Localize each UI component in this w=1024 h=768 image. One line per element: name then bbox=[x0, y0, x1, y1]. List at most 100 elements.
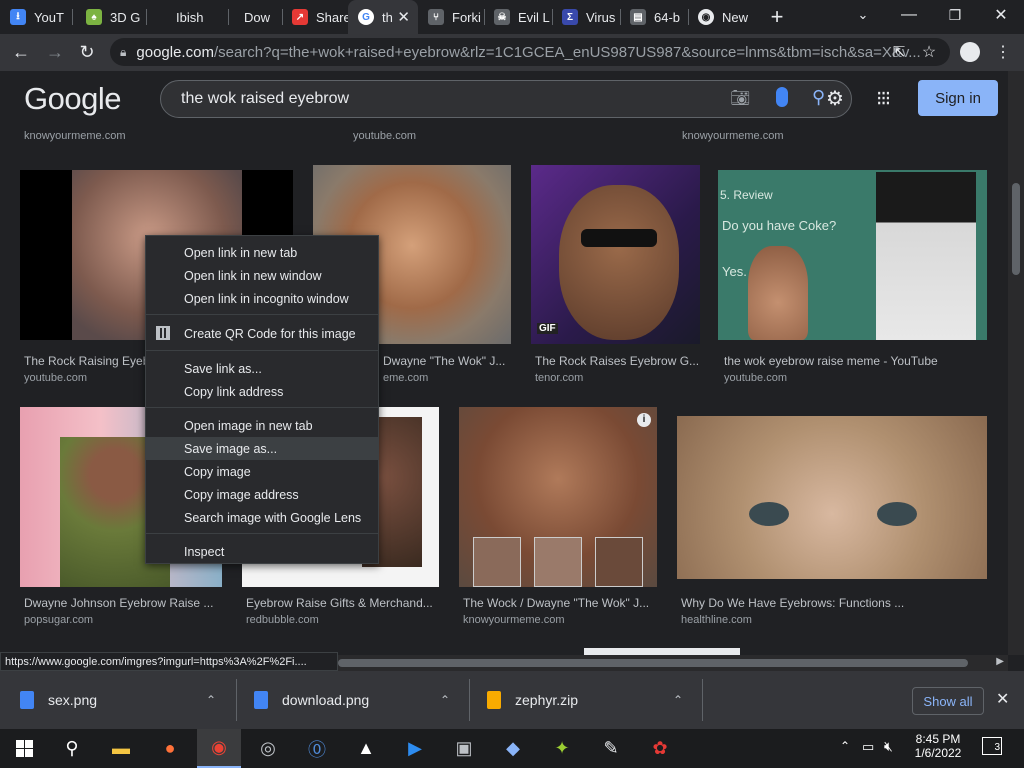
result-title[interactable]: The Rock Raises Eyebrow G... bbox=[535, 354, 700, 368]
result-source[interactable]: knowyourmeme.com bbox=[463, 614, 564, 626]
sign-in-button[interactable]: Sign in bbox=[918, 80, 998, 116]
network-icon[interactable]: ▭ bbox=[862, 739, 874, 755]
menu-open-link-new-tab[interactable]: Open link in new tab bbox=[146, 241, 378, 264]
terminal-icon[interactable]: ▣ bbox=[442, 729, 486, 768]
tab-download[interactable]: Dow bbox=[234, 0, 284, 34]
tab-virus[interactable]: Σ Virus bbox=[552, 0, 620, 34]
profile-avatar[interactable] bbox=[955, 37, 985, 67]
menu-save-image-as[interactable]: Save image as... bbox=[146, 437, 378, 460]
menu-copy-image[interactable]: Copy image bbox=[146, 460, 378, 483]
menu-kebab-icon[interactable]: ⋮ bbox=[988, 37, 1018, 67]
new-tab-button[interactable]: + bbox=[762, 2, 792, 32]
search-taskbar-icon[interactable]: ⚲ bbox=[50, 729, 94, 768]
tab-3d[interactable]: ♠ 3D G bbox=[76, 0, 144, 34]
qbittorrent-icon[interactable]: ⓪ bbox=[295, 729, 339, 768]
firefox-icon[interactable]: ● bbox=[148, 729, 192, 768]
notification-center-icon[interactable]: 3 bbox=[982, 737, 1002, 755]
media-player-icon[interactable]: ▶ bbox=[393, 729, 437, 768]
result-source[interactable]: healthline.com bbox=[681, 614, 752, 626]
windows-start-icon[interactable] bbox=[2, 729, 46, 768]
image-result-wock[interactable]: i bbox=[459, 407, 657, 587]
menu-search-google-lens[interactable]: Search image with Google Lens bbox=[146, 506, 378, 529]
file-explorer-icon[interactable]: ▬ bbox=[99, 729, 143, 768]
image-result-classroom[interactable]: 5. Review Do you have Coke? Yes. bbox=[718, 170, 987, 340]
back-button[interactable]: ← bbox=[6, 37, 36, 67]
share-page-icon[interactable]: ⇱ bbox=[884, 37, 914, 67]
horizontal-scrollbar[interactable]: ▶ bbox=[338, 655, 1008, 671]
photos-icon[interactable]: ▲ bbox=[344, 729, 388, 768]
menu-open-link-new-window[interactable]: Open link in new window bbox=[146, 264, 378, 287]
tab-evil[interactable]: ☠ Evil L bbox=[484, 0, 552, 34]
microphone-icon[interactable] bbox=[776, 87, 788, 107]
download-item[interactable]: zephyr.zip ⌃ bbox=[487, 671, 697, 729]
menu-open-link-incognito[interactable]: Open link in incognito window bbox=[146, 287, 378, 310]
chrome-taskbar-icon[interactable]: ◉ bbox=[197, 729, 241, 768]
image-result-rock-sunglasses[interactable]: GIF bbox=[531, 165, 700, 344]
result-source[interactable]: redbubble.com bbox=[246, 614, 319, 626]
camera-icon[interactable]: 📷︎ bbox=[730, 88, 750, 108]
volume-muted-icon[interactable]: 🔇︎ bbox=[884, 738, 893, 755]
tab-new[interactable]: ◉ New bbox=[688, 0, 754, 34]
result-title[interactable]: Dwayne Johnson Eyebrow Raise ... bbox=[24, 596, 214, 610]
result-title[interactable]: the wok eyebrow raise meme - YouTube bbox=[724, 354, 984, 368]
download-item[interactable]: sex.png ⌃ bbox=[20, 671, 230, 729]
minimize-button[interactable]: — bbox=[886, 0, 932, 30]
info-icon[interactable]: i bbox=[637, 413, 651, 427]
gear-icon[interactable]: ⚙ bbox=[826, 86, 844, 111]
result-title[interactable]: Eyebrow Raise Gifts & Merchand... bbox=[246, 596, 436, 610]
tray-chevron-icon[interactable]: ⌃ bbox=[840, 739, 850, 753]
menu-save-link-as[interactable]: Save link as... bbox=[146, 357, 378, 380]
obs-icon[interactable]: ◎ bbox=[246, 729, 290, 768]
chevron-up-icon[interactable]: ⌃ bbox=[673, 693, 683, 707]
menu-open-image-new-tab[interactable]: Open image in new tab bbox=[146, 414, 378, 437]
tab-64bit[interactable]: ▤ 64-b bbox=[620, 0, 686, 34]
app-icon[interactable]: ✿ bbox=[638, 729, 682, 768]
forward-button[interactable]: → bbox=[40, 37, 70, 67]
menu-copy-link-address[interactable]: Copy link address bbox=[146, 380, 378, 403]
result-title[interactable]: The Wock / Dwayne "The Wok" J... bbox=[463, 596, 653, 610]
close-window-button[interactable]: ✕ bbox=[978, 0, 1024, 30]
menu-inspect[interactable]: Inspect bbox=[146, 540, 378, 563]
result-source[interactable]: popsugar.com bbox=[24, 614, 93, 626]
result-source[interactable]: eme.com bbox=[383, 372, 428, 384]
result-source[interactable]: knowyourmeme.com bbox=[682, 130, 783, 142]
restore-button[interactable]: ❐ bbox=[932, 0, 978, 30]
paint-icon[interactable]: ✎ bbox=[589, 729, 633, 768]
reload-button[interactable]: ↻ bbox=[72, 37, 102, 67]
menu-create-qr-code[interactable]: Create QR Code for this image bbox=[146, 322, 378, 345]
google-logo[interactable]: Google bbox=[24, 81, 121, 117]
menu-copy-image-address[interactable]: Copy image address bbox=[146, 483, 378, 506]
close-tab-icon[interactable]: ✕ bbox=[397, 8, 410, 26]
tab-youtube[interactable]: ⭳ YouT bbox=[0, 0, 70, 34]
show-all-button[interactable]: Show all bbox=[912, 687, 984, 715]
result-title[interactable]: The Rock Raising Eyeb bbox=[24, 354, 145, 368]
result-source[interactable]: youtube.com bbox=[24, 372, 87, 384]
result-source[interactable]: youtube.com bbox=[353, 130, 416, 142]
clock[interactable]: 8:45 PM 1/6/2022 bbox=[914, 732, 962, 760]
game-icon[interactable]: ✦ bbox=[540, 729, 584, 768]
tab-search-chevron-icon[interactable]: ⌄ bbox=[840, 0, 886, 30]
close-shelf-icon[interactable]: ✕ bbox=[996, 689, 1009, 709]
result-title[interactable]: Dwayne "The Wok" J... bbox=[383, 354, 508, 368]
search-icon[interactable]: ⚲ bbox=[812, 87, 825, 108]
result-source[interactable]: knowyourmeme.com bbox=[24, 130, 125, 142]
vertical-scrollbar[interactable] bbox=[1008, 71, 1024, 655]
tab-forki[interactable]: ⑂ Forki bbox=[418, 0, 484, 34]
tab-share[interactable]: ↗ Share bbox=[282, 0, 348, 34]
notes-icon[interactable]: ◆ bbox=[491, 729, 535, 768]
download-item[interactable]: download.png ⌃ bbox=[254, 671, 464, 729]
result-source[interactable]: tenor.com bbox=[535, 372, 583, 384]
tab-ibish[interactable]: Ibish bbox=[166, 0, 226, 34]
h-scrollbar-thumb[interactable] bbox=[338, 659, 968, 667]
result-title[interactable]: Why Do We Have Eyebrows: Functions ... bbox=[681, 596, 921, 610]
bookmark-star-icon[interactable]: ☆ bbox=[914, 37, 944, 67]
scrollbar-thumb[interactable] bbox=[1012, 183, 1020, 275]
result-source[interactable]: youtube.com bbox=[724, 372, 787, 384]
apps-grid-icon[interactable]: ⁝⁝⁝ bbox=[876, 86, 891, 111]
tab-active-search[interactable]: G th ✕ bbox=[348, 0, 418, 34]
scroll-right-arrow-icon[interactable]: ▶ bbox=[996, 656, 1004, 667]
chevron-up-icon[interactable]: ⌃ bbox=[440, 693, 450, 707]
address-bar[interactable]: 🔒︎ google.com /search?q=the+wok+raised+e… bbox=[110, 38, 950, 66]
chevron-up-icon[interactable]: ⌃ bbox=[206, 693, 216, 707]
image-result-healthline[interactable] bbox=[677, 416, 987, 579]
